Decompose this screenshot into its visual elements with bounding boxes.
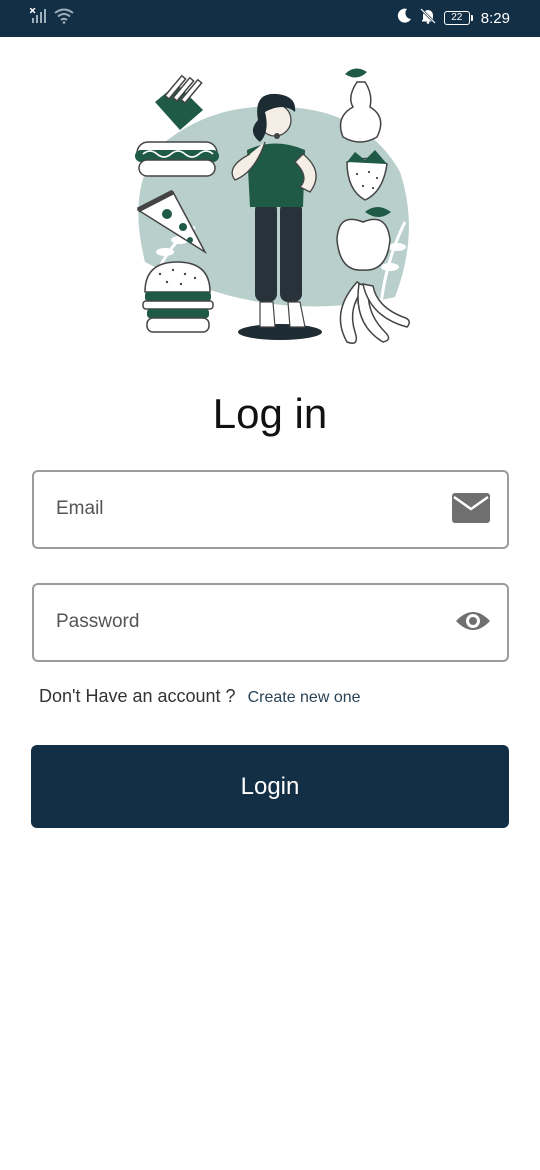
password-placeholder: Password — [56, 611, 140, 632]
email-placeholder: Email — [56, 498, 104, 519]
envelope-icon — [451, 492, 491, 529]
email-field[interactable]: Email — [32, 470, 509, 549]
login-button[interactable]: Login — [31, 745, 509, 828]
wifi-icon — [54, 8, 74, 29]
eye-icon[interactable] — [455, 607, 491, 640]
page-title: Log in — [212, 390, 328, 437]
signup-prompt: Don't Have an account ? Create new one — [39, 686, 361, 707]
signup-question: Don't Have an account ? — [39, 686, 236, 706]
password-field[interactable]: Password — [32, 583, 509, 662]
status-bar: 22 8:29 — [0, 0, 540, 37]
battery-icon: 22 — [443, 11, 473, 25]
create-account-link[interactable]: Create new one — [248, 689, 361, 707]
moon-icon — [396, 8, 412, 28]
battery-level: 22 — [443, 11, 470, 25]
food-illustration — [125, 62, 425, 352]
signal-off-icon — [29, 7, 48, 29]
bell-off-icon — [419, 8, 436, 28]
clock: 8:29 — [480, 9, 510, 27]
